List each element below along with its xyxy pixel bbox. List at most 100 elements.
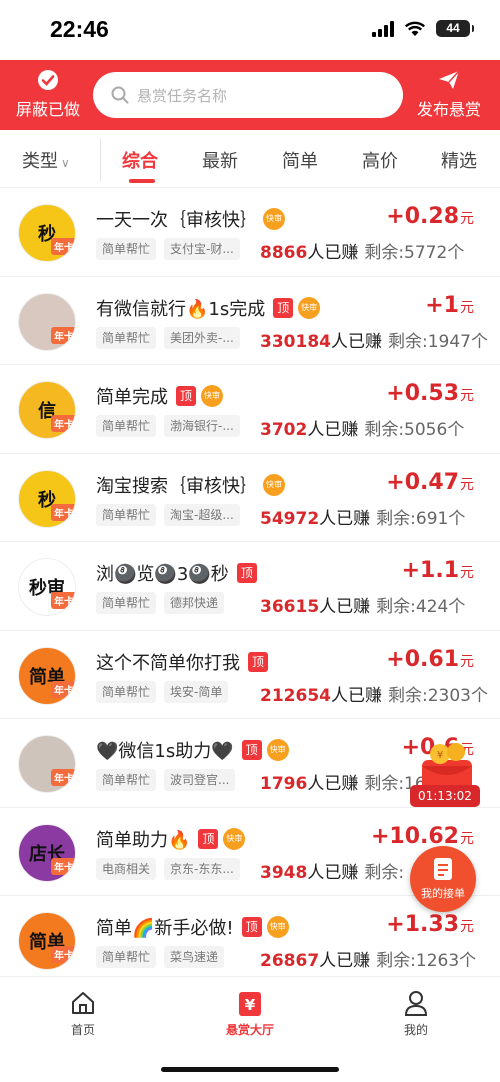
nav-reward-hall-label: 悬赏大厅 bbox=[225, 1023, 274, 1037]
pinned-badge: 顶 bbox=[273, 297, 294, 318]
task-title-row: 简单🌈新手必做! 顶快审 bbox=[96, 914, 289, 940]
pinned-badge: 顶 bbox=[236, 563, 257, 583]
fast-review-badge: 快审 bbox=[223, 827, 246, 850]
pinned-badge: 顶 bbox=[241, 740, 262, 760]
task-row[interactable]: 简单 年卡 简单🌈新手必做! 顶快审 简单帮忙 菜鸟速递 26867人已赚 剩余:1263个 +… bbox=[0, 896, 500, 985]
top-header: 屏蔽已做 悬赏任务名称 发布悬赏 bbox=[0, 60, 500, 130]
remaining-count: 剩余:2303个 bbox=[387, 685, 488, 706]
reward-amount: +1.33元 bbox=[386, 912, 474, 937]
clipboard-icon bbox=[434, 858, 452, 880]
publish-reward-button[interactable]: 发布悬赏 bbox=[406, 68, 492, 120]
nav-home[interactable]: 首页 bbox=[33, 989, 133, 1038]
earned-count: 36615 bbox=[260, 597, 320, 617]
tab-featured[interactable]: 精选 bbox=[441, 147, 477, 173]
send-icon bbox=[439, 70, 460, 89]
task-avatar: 简单 年卡 bbox=[18, 646, 76, 705]
fast-review-badge: 快审 bbox=[266, 739, 289, 761]
reward-value: +1.33 bbox=[386, 912, 459, 937]
my-orders-label: 我的接单 bbox=[421, 887, 465, 900]
task-row[interactable]: 秒年卡 一天一次｛审核快｝ 快审 简单帮忙 支付宝-财... 8866人已赚 剩余:5772… bbox=[0, 188, 500, 277]
reward-value: +0.61 bbox=[386, 646, 459, 672]
annual-card-badge: 年卡 bbox=[51, 946, 75, 963]
platform-tag: 埃安-简单 bbox=[164, 680, 229, 703]
task-title: 🖤微信1s助力🖤 bbox=[96, 741, 234, 762]
tab-high-price[interactable]: 高价 bbox=[362, 147, 398, 173]
annual-card-badge: 年卡 bbox=[51, 415, 75, 432]
task-row[interactable]: 秒年卡 淘宝搜索｛审核快｝ 快审 简单帮忙 淘宝-超级... 54972人已赚 剩余:691… bbox=[0, 453, 500, 542]
task-title-row: 这个不简单你打我顶 bbox=[96, 649, 268, 675]
platform-tag: 京东-东东... bbox=[164, 857, 240, 880]
task-row[interactable]: 信年卡 简单完成顶快审 简单帮忙 渤海银行-... 3702人已赚 剩余:5056个 +0.… bbox=[0, 365, 500, 454]
task-title-row: 简单完成顶快审 bbox=[96, 383, 223, 409]
task-title: 简单🌈新手必做! bbox=[96, 918, 234, 939]
earned-suffix: 人已赚 bbox=[319, 597, 371, 617]
nav-mine[interactable]: 我的 bbox=[366, 989, 466, 1038]
reward-value: +10.62 bbox=[370, 823, 459, 849]
reward-unit: 元 bbox=[460, 211, 474, 227]
bottom-nav: 首页 ¥ 悬赏大厅 我的 bbox=[0, 976, 500, 1082]
earned-count: 8866 bbox=[260, 243, 308, 263]
remaining-count: 剩余:5772个 bbox=[364, 243, 465, 263]
remaining-count: 剩余:5056个 bbox=[364, 420, 465, 440]
task-title-row: 一天一次｛审核快｝ 快审 bbox=[96, 206, 285, 232]
earned-stats: 54972人已赚 剩余:691个 bbox=[260, 504, 465, 529]
task-title-row: 浏🎱览🎱3🎱秒顶 bbox=[96, 560, 257, 586]
task-title: 简单完成 bbox=[96, 387, 168, 408]
earned-stats: 8866人已赚 剩余:5772个 bbox=[260, 238, 464, 263]
platform-tag: 美团外卖-... bbox=[164, 326, 240, 349]
fast-review-badge: 快审 bbox=[298, 296, 321, 319]
earned-suffix: 人已赚 bbox=[319, 951, 371, 971]
task-avatar: 秒审 年卡 bbox=[18, 558, 76, 616]
reward-unit: 元 bbox=[460, 299, 474, 316]
category-tag: 简单帮忙 bbox=[96, 769, 157, 791]
platform-tag: 菜鸟速递 bbox=[164, 946, 225, 968]
fast-review-badge: 快审 bbox=[266, 916, 289, 938]
reward-unit: 元 bbox=[460, 565, 474, 581]
reward-amount: +10.62元 bbox=[371, 824, 474, 849]
chevron-down-icon: ∨ bbox=[61, 156, 70, 170]
type-dropdown[interactable]: 类型 ∨ bbox=[22, 147, 70, 173]
task-avatar: 年卡 bbox=[18, 735, 76, 793]
platform-tag: 支付宝-财... bbox=[164, 238, 240, 260]
active-tab-indicator bbox=[129, 179, 155, 183]
category-tag: 简单帮忙 bbox=[96, 680, 157, 703]
block-done-button[interactable]: 屏蔽已做 bbox=[8, 68, 88, 120]
tab-simple[interactable]: 简单 bbox=[282, 147, 318, 173]
battery-icon: 44 bbox=[436, 20, 474, 37]
category-tag: 简单帮忙 bbox=[96, 238, 157, 260]
task-row[interactable]: 秒审 年卡 浏🎱览🎱3🎱秒顶简单帮忙 德邦快递 36615人已赚 剩余:424个 +1.1元 bbox=[0, 542, 500, 631]
tab-comprehensive[interactable]: 综合 bbox=[122, 147, 158, 173]
task-title: 有微信就行🔥1s完成 bbox=[96, 298, 266, 320]
pinned-badge: 顶 bbox=[176, 386, 196, 406]
task-row[interactable]: 简单 年卡 这个不简单你打我顶简单帮忙 埃安-简单 212654人已赚 剩余:2303个 +… bbox=[0, 630, 500, 719]
remaining-count: 剩余:1263个 bbox=[376, 951, 477, 971]
tab-newest[interactable]: 最新 bbox=[202, 147, 238, 173]
pinned-badge: 顶 bbox=[241, 917, 262, 937]
earned-stats: 1796人已赚 剩余:16 bbox=[260, 769, 426, 794]
remaining-count: 剩余:691个 bbox=[376, 508, 466, 529]
category-tag: 简单帮忙 bbox=[96, 503, 157, 526]
nav-reward-hall[interactable]: ¥ 悬赏大厅 bbox=[200, 989, 300, 1038]
reward-amount: +0.28元 bbox=[386, 204, 474, 229]
annual-card-badge: 年卡 bbox=[51, 238, 75, 255]
nav-home-label: 首页 bbox=[70, 1023, 95, 1037]
category-tag: 简单帮忙 bbox=[96, 415, 157, 437]
remaining-count: 剩余:1947个 bbox=[387, 331, 488, 352]
task-title: 一天一次｛审核快｝ bbox=[96, 210, 258, 231]
reward-unit: 元 bbox=[460, 919, 474, 935]
remaining-count: 剩余:424个 bbox=[376, 597, 466, 617]
search-input[interactable]: 悬赏任务名称 bbox=[93, 72, 403, 118]
reward-amount: +1元 bbox=[425, 293, 474, 318]
signal-icon bbox=[372, 20, 394, 37]
earned-count: 212654 bbox=[260, 685, 331, 706]
my-orders-button[interactable]: 我的接单 bbox=[410, 846, 476, 912]
reward-unit: 元 bbox=[460, 388, 474, 404]
task-title-row: 淘宝搜索｛审核快｝ 快审 bbox=[96, 472, 285, 498]
task-title: 这个不简单你打我 bbox=[96, 652, 240, 674]
search-placeholder: 悬赏任务名称 bbox=[137, 86, 228, 105]
earned-suffix: 人已赚 bbox=[307, 420, 359, 440]
earned-stats: 330184人已赚 剩余:1947个 bbox=[260, 327, 488, 352]
earned-stats: 26867人已赚 剩余:1263个 bbox=[260, 946, 476, 971]
task-row[interactable]: 年卡 有微信就行🔥1s完成顶快审 简单帮忙 美团外卖-... 330184人已赚 剩余:1… bbox=[0, 276, 500, 365]
earned-stats: 212654人已赚 剩余:2303个 bbox=[260, 681, 488, 706]
